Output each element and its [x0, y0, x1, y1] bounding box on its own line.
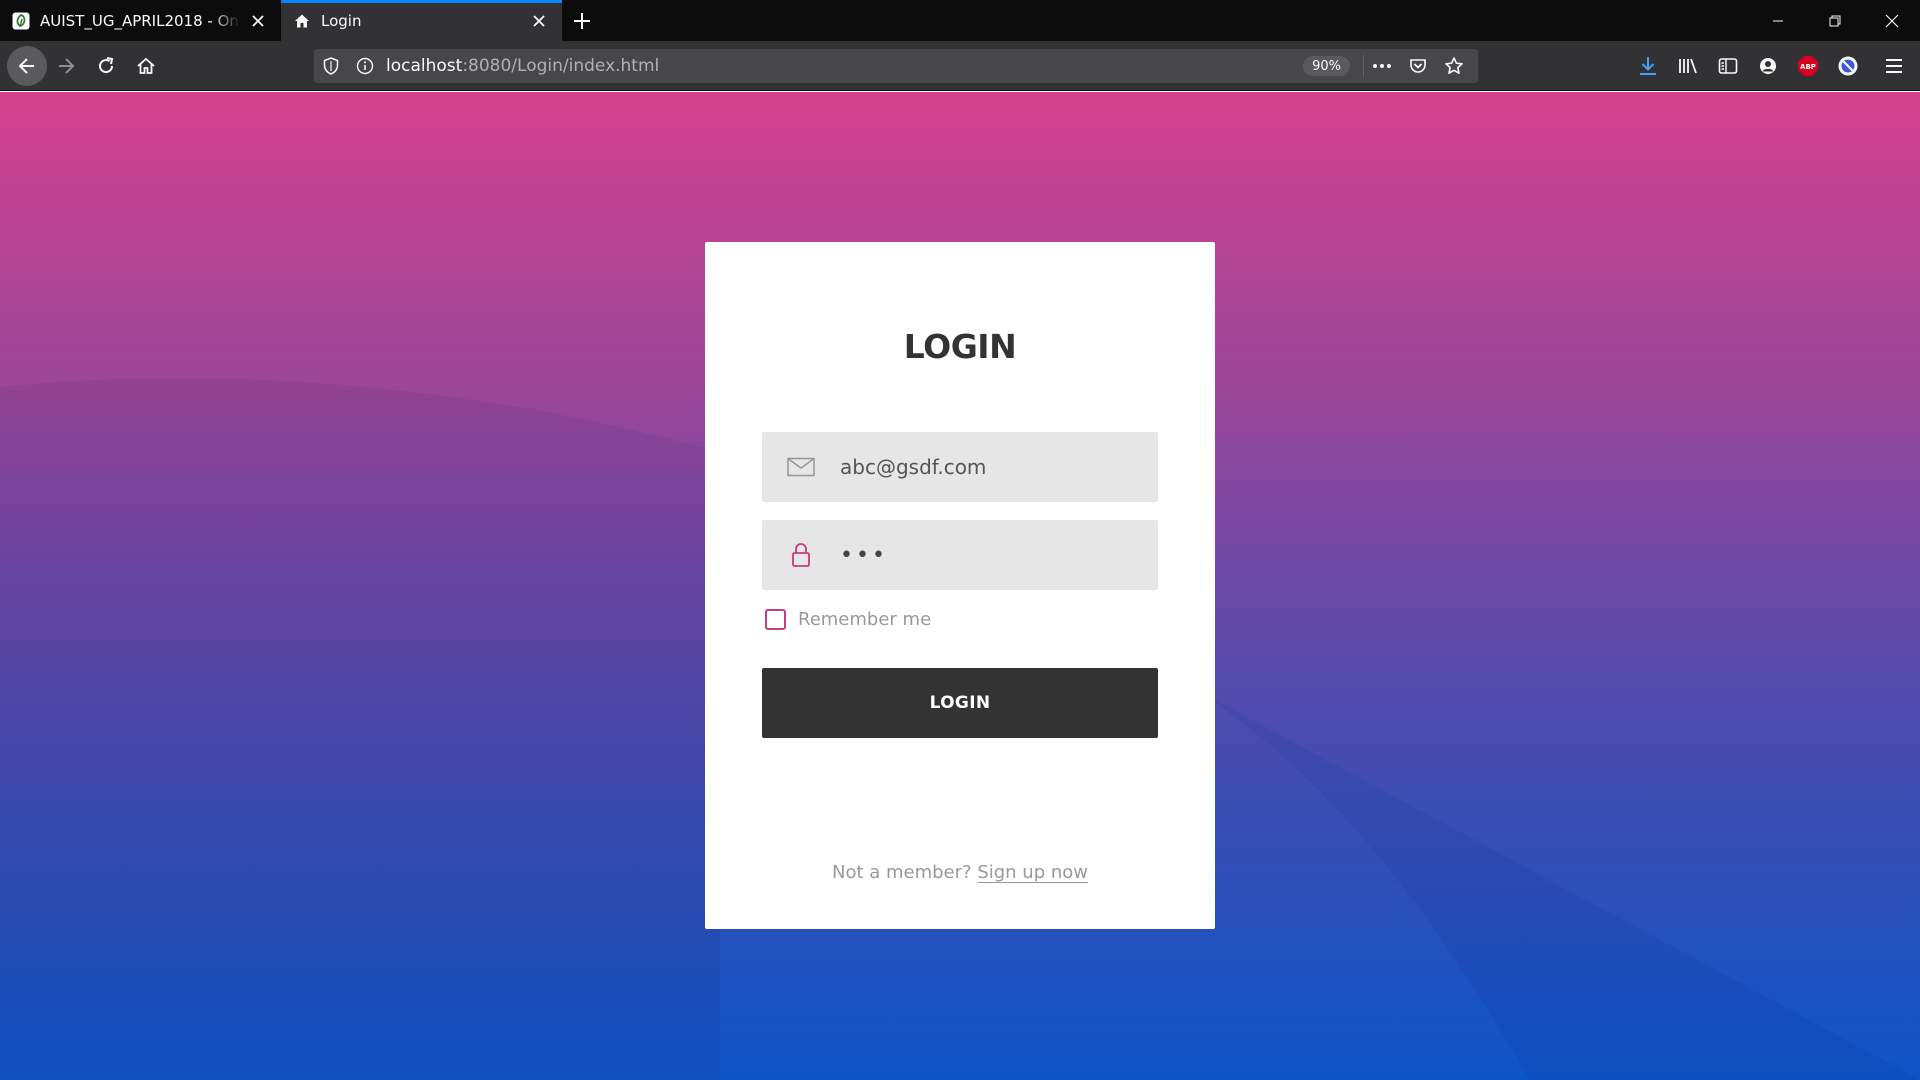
url-host: localhost [386, 56, 463, 76]
close-tab-icon[interactable] [528, 10, 550, 32]
home-icon [293, 12, 311, 30]
login-card: LOGIN Remember me LOGIN [705, 242, 1215, 929]
password-field[interactable] [762, 520, 1158, 590]
leaf-icon [12, 12, 30, 30]
navigation-toolbar: localhost:8080/Login/index.html 90% ABP [0, 41, 1920, 91]
url-text[interactable]: localhost:8080/Login/index.html [386, 56, 659, 76]
restore-button[interactable] [1806, 0, 1863, 41]
reload-icon [99, 57, 114, 74]
info-icon[interactable] [348, 49, 382, 83]
page-title: LOGIN [903, 327, 1017, 366]
arrow-right-icon [59, 58, 75, 74]
email-field[interactable] [762, 432, 1158, 502]
url-path: :8080/Login/index.html [462, 56, 660, 76]
signup-link[interactable]: Sign up now [977, 862, 1088, 883]
forward-button[interactable] [49, 49, 83, 83]
sidebar-icon[interactable] [1708, 49, 1748, 83]
password-input[interactable] [840, 535, 1140, 575]
tab-strip: AUIST_UG_APRIL2018 - Online Judge Login [0, 0, 1920, 41]
remember-me[interactable]: Remember me [765, 609, 931, 630]
tab-title: AUIST_UG_APRIL2018 - Online Judge [40, 11, 241, 30]
new-tab-button[interactable] [562, 0, 602, 41]
zoom-indicator[interactable]: 90% [1303, 56, 1350, 76]
pocket-icon[interactable] [1400, 49, 1436, 83]
close-window-button[interactable] [1863, 0, 1920, 41]
reload-button[interactable] [89, 49, 123, 83]
signup-prompt-text: Not a member? [831, 862, 972, 883]
download-icon[interactable] [1628, 49, 1668, 83]
window-controls [1749, 0, 1920, 41]
shield-icon[interactable] [314, 49, 348, 83]
arrow-left-icon [18, 58, 34, 74]
home-icon [137, 57, 155, 74]
address-bar[interactable]: localhost:8080/Login/index.html 90% [314, 49, 1478, 83]
tab-login[interactable]: Login [281, 0, 562, 41]
close-icon [1885, 14, 1898, 27]
signup-prompt: Not a member? Sign up now [705, 862, 1215, 883]
hamburger-menu-icon[interactable] [1868, 49, 1920, 83]
page-actions-icon[interactable] [1364, 49, 1400, 83]
blocker-extension-icon[interactable] [1828, 49, 1868, 83]
page-viewport: LOGIN Remember me LOGIN [0, 92, 1920, 1080]
back-button[interactable] [7, 46, 47, 86]
minimize-icon [1772, 20, 1783, 21]
email-input[interactable] [840, 447, 1140, 487]
login-button[interactable]: LOGIN [762, 668, 1158, 738]
plus-icon [574, 12, 590, 29]
account-icon[interactable] [1748, 49, 1788, 83]
close-tab-icon[interactable] [247, 10, 269, 32]
remember-me-checkbox[interactable] [765, 609, 786, 630]
lock-icon [762, 520, 840, 590]
envelope-icon [762, 432, 840, 502]
toolbar-extensions: ABP [1628, 49, 1920, 83]
tab-title: Login [321, 11, 362, 30]
svg-text:ABP: ABP [1800, 63, 1816, 71]
bookmark-star-icon[interactable] [1436, 49, 1472, 83]
adblock-icon[interactable]: ABP [1788, 49, 1828, 83]
remember-me-label: Remember me [798, 609, 932, 630]
minimize-button[interactable] [1749, 0, 1806, 41]
library-icon[interactable] [1668, 49, 1708, 83]
home-button[interactable] [129, 49, 163, 83]
tab-online-judge[interactable]: AUIST_UG_APRIL2018 - Online Judge [0, 0, 281, 41]
restore-icon [1829, 15, 1840, 26]
